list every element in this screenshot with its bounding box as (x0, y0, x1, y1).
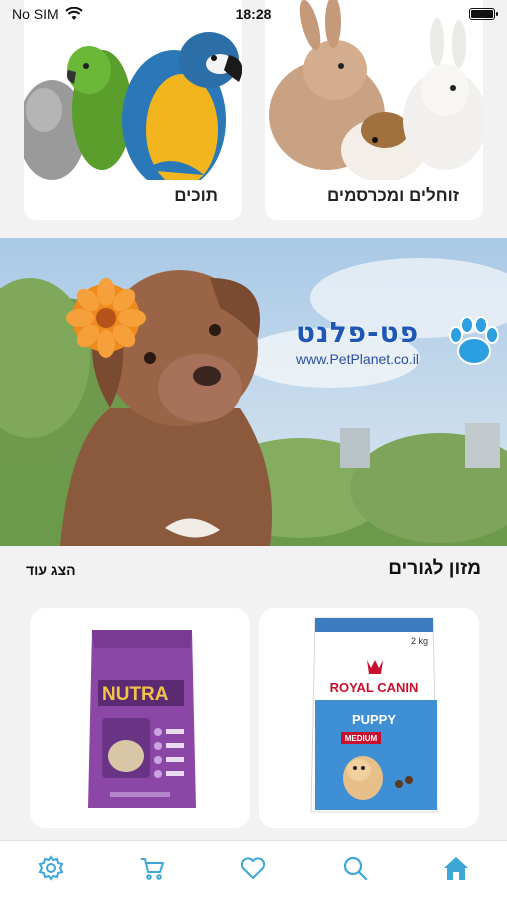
category-card-parrots[interactable]: תוכים (24, 0, 242, 220)
status-bar: No SIM 18:28 (0, 0, 507, 28)
section-header: מזון לגורים הצג עוד (0, 554, 507, 584)
product-brand-text: NUTRA (102, 684, 169, 705)
brand-url: www.PetPlanet.co.il (296, 351, 419, 367)
product-brand-text: ROYAL CANIN (330, 680, 419, 695)
category-card-rodents[interactable]: זוחלים ומכרסמים (265, 0, 483, 220)
tab-favorites[interactable] (233, 848, 273, 888)
tab-cart[interactable] (132, 848, 172, 888)
wifi-icon (64, 7, 83, 20)
show-more-link[interactable]: הצג עוד (26, 562, 76, 578)
category-row: תוכים זוחלים ומכרסמים (0, 0, 507, 222)
puppy-banner-image (0, 238, 507, 546)
tab-search[interactable] (335, 848, 375, 888)
brand-logo: פט-פלנט www.PetPlanet.co.il (296, 316, 506, 367)
product-size-text: MEDIUM (345, 734, 378, 743)
royal-canin-puppy-bag: 2 kg ROYAL CANIN PUPPY MEDIUM (259, 608, 479, 828)
product-card-nutra[interactable]: NUTRA (30, 608, 250, 828)
home-icon (444, 856, 469, 880)
section-title: מזון לגורים (388, 558, 481, 579)
product-weight-text: 2 kg (411, 636, 428, 646)
category-label: תוכים (174, 186, 218, 205)
tab-settings[interactable] (31, 848, 71, 888)
search-icon (343, 856, 367, 880)
nutra-gold-puppy-bag: NUTRA (30, 608, 250, 828)
category-label: זוחלים ומכרסמים (327, 186, 459, 205)
carrier-text: No SIM (12, 6, 59, 22)
product-card-royal-canin[interactable]: 2 kg ROYAL CANIN PUPPY MEDIUM (259, 608, 479, 828)
settings-icon (38, 854, 64, 881)
product-line-text: PUPPY (352, 712, 396, 727)
app-screen: תוכים זוחלים ומכרסמים No SIM 18:28 פט-פל… (0, 0, 507, 900)
cart-icon (141, 857, 165, 880)
battery-icon (469, 8, 498, 20)
promo-banner[interactable] (0, 238, 507, 546)
tab-bar (0, 840, 507, 900)
heart-icon (241, 856, 266, 879)
brand-name: פט-פלנט (296, 316, 420, 349)
tab-home[interactable] (436, 848, 476, 888)
clock: 18:28 (235, 6, 272, 22)
